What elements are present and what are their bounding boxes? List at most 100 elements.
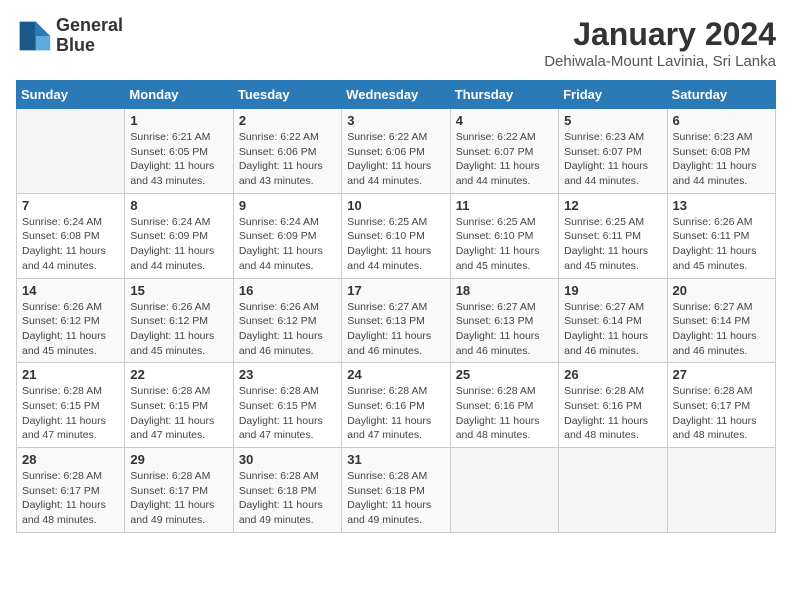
logo-text: General Blue: [56, 16, 123, 56]
day-number: 27: [673, 367, 770, 382]
calendar-cell: 19Sunrise: 6:27 AMSunset: 6:14 PMDayligh…: [559, 278, 667, 363]
day-info: Sunrise: 6:24 AMSunset: 6:08 PMDaylight:…: [22, 215, 119, 274]
calendar-cell: 13 Sunrise: 6:26 AMSunset: 6:11 PMDayligh…: [667, 193, 775, 278]
day-number: 22: [130, 367, 227, 382]
logo-icon: [16, 18, 52, 54]
page-header: General Blue January 2024 Dehiwala-Mount…: [16, 16, 776, 70]
weekday-header: Thursday: [450, 81, 558, 109]
calendar-cell: 26Sunrise: 6:28 AMSunset: 6:16 PMDayligh…: [559, 363, 667, 448]
day-info: Sunrise: 6:28 AMSunset: 6:17 PMDaylight:…: [673, 384, 770, 443]
calendar-cell: 3 Sunrise: 6:22 AMSunset: 6:06 PMDaylight…: [342, 109, 450, 194]
day-info: Sunrise: 6:26 AMSunset: 6:12 PMDaylight:…: [130, 300, 227, 359]
calendar-cell: 29 Sunrise: 6:28 AMSunset: 6:17 PMDayligh…: [125, 448, 233, 533]
calendar-cell: [17, 109, 125, 194]
day-number: 1: [130, 113, 227, 128]
day-info: Sunrise: 6:28 AMSunset: 6:16 PMDaylight:…: [347, 384, 444, 443]
day-info: Sunrise: 6:28 AMSunset: 6:15 PMDaylight:…: [239, 384, 336, 443]
weekday-header: Saturday: [667, 81, 775, 109]
day-info: Sunrise: 6:24 AMSunset: 6:09 PMDaylight:…: [130, 215, 227, 274]
day-info: Sunrise: 6:28 AMSunset: 6:17 PMDaylight:…: [130, 469, 227, 528]
day-info: Sunrise: 6:26 AMSunset: 6:11 PMDaylight:…: [673, 215, 770, 274]
day-number: 31: [347, 452, 444, 467]
calendar-cell: 24 Sunrise: 6:28 AMSunset: 6:16 PMDayligh…: [342, 363, 450, 448]
calendar-cell: 16 Sunrise: 6:26 AMSunset: 6:12 PMDayligh…: [233, 278, 341, 363]
day-number: 28: [22, 452, 119, 467]
day-number: 11: [456, 198, 553, 213]
day-info: Sunrise: 6:27 AMSunset: 6:14 PMDaylight:…: [673, 300, 770, 359]
day-number: 3: [347, 113, 444, 128]
calendar-week-row: 21 Sunrise: 6:28 AMSunset: 6:15 PMDayligh…: [17, 363, 776, 448]
weekday-header: Friday: [559, 81, 667, 109]
calendar-cell: 2Sunrise: 6:22 AMSunset: 6:06 PMDaylight…: [233, 109, 341, 194]
day-number: 20: [673, 283, 770, 298]
weekday-header: Tuesday: [233, 81, 341, 109]
day-info: Sunrise: 6:28 AMSunset: 6:16 PMDaylight:…: [564, 384, 661, 443]
calendar-week-row: 7 Sunrise: 6:24 AMSunset: 6:08 PMDaylight…: [17, 193, 776, 278]
day-number: 9: [239, 198, 336, 213]
day-number: 29: [130, 452, 227, 467]
calendar-cell: 25Sunrise: 6:28 AMSunset: 6:16 PMDayligh…: [450, 363, 558, 448]
weekday-header: Sunday: [17, 81, 125, 109]
calendar-cell: 1Sunrise: 6:21 AMSunset: 6:05 PMDaylight…: [125, 109, 233, 194]
calendar-cell: 18 Sunrise: 6:27 AMSunset: 6:13 PMDayligh…: [450, 278, 558, 363]
day-info: Sunrise: 6:28 AMSunset: 6:15 PMDaylight:…: [22, 384, 119, 443]
day-number: 18: [456, 283, 553, 298]
calendar-cell: 8 Sunrise: 6:24 AMSunset: 6:09 PMDaylight…: [125, 193, 233, 278]
day-info: Sunrise: 6:28 AMSunset: 6:17 PMDaylight:…: [22, 469, 119, 528]
day-number: 21: [22, 367, 119, 382]
day-number: 2: [239, 113, 336, 128]
calendar-cell: 11 Sunrise: 6:25 AMSunset: 6:10 PMDayligh…: [450, 193, 558, 278]
day-info: Sunrise: 6:25 AMSunset: 6:11 PMDaylight:…: [564, 215, 661, 274]
calendar-cell: [559, 448, 667, 533]
day-number: 12: [564, 198, 661, 213]
calendar-cell: 17 Sunrise: 6:27 AMSunset: 6:13 PMDayligh…: [342, 278, 450, 363]
calendar-week-row: 28 Sunrise: 6:28 AMSunset: 6:17 PMDayligh…: [17, 448, 776, 533]
calendar-cell: 6Sunrise: 6:23 AMSunset: 6:08 PMDaylight…: [667, 109, 775, 194]
calendar-cell: 21 Sunrise: 6:28 AMSunset: 6:15 PMDayligh…: [17, 363, 125, 448]
day-number: 14: [22, 283, 119, 298]
day-number: 7: [22, 198, 119, 213]
day-info: Sunrise: 6:22 AMSunset: 6:06 PMDaylight:…: [347, 130, 444, 189]
calendar-cell: 14 Sunrise: 6:26 AMSunset: 6:12 PMDayligh…: [17, 278, 125, 363]
day-info: Sunrise: 6:23 AMSunset: 6:07 PMDaylight:…: [564, 130, 661, 189]
calendar-cell: 27 Sunrise: 6:28 AMSunset: 6:17 PMDayligh…: [667, 363, 775, 448]
day-number: 16: [239, 283, 336, 298]
day-number: 10: [347, 198, 444, 213]
day-info: Sunrise: 6:28 AMSunset: 6:18 PMDaylight:…: [239, 469, 336, 528]
day-info: Sunrise: 6:27 AMSunset: 6:13 PMDaylight:…: [456, 300, 553, 359]
day-number: 24: [347, 367, 444, 382]
weekday-header: Monday: [125, 81, 233, 109]
calendar-cell: [450, 448, 558, 533]
day-info: Sunrise: 6:23 AMSunset: 6:08 PMDaylight:…: [673, 130, 770, 189]
day-info: Sunrise: 6:25 AMSunset: 6:10 PMDaylight:…: [347, 215, 444, 274]
day-number: 5: [564, 113, 661, 128]
day-info: Sunrise: 6:25 AMSunset: 6:10 PMDaylight:…: [456, 215, 553, 274]
weekday-header: Wednesday: [342, 81, 450, 109]
calendar-cell: 30Sunrise: 6:28 AMSunset: 6:18 PMDayligh…: [233, 448, 341, 533]
month-title: January 2024: [544, 16, 776, 53]
calendar-table: SundayMondayTuesdayWednesdayThursdayFrid…: [16, 80, 776, 533]
subtitle: Dehiwala-Mount Lavinia, Sri Lanka: [544, 53, 776, 70]
calendar-cell: 4Sunrise: 6:22 AMSunset: 6:07 PMDaylight…: [450, 109, 558, 194]
calendar-cell: 22 Sunrise: 6:28 AMSunset: 6:15 PMDayligh…: [125, 363, 233, 448]
day-number: 17: [347, 283, 444, 298]
day-info: Sunrise: 6:28 AMSunset: 6:15 PMDaylight:…: [130, 384, 227, 443]
day-number: 13: [673, 198, 770, 213]
day-info: Sunrise: 6:27 AMSunset: 6:13 PMDaylight:…: [347, 300, 444, 359]
day-info: Sunrise: 6:28 AMSunset: 6:18 PMDaylight:…: [347, 469, 444, 528]
title-block: January 2024 Dehiwala-Mount Lavinia, Sri…: [544, 16, 776, 70]
calendar-cell: 10 Sunrise: 6:25 AMSunset: 6:10 PMDayligh…: [342, 193, 450, 278]
day-info: Sunrise: 6:28 AMSunset: 6:16 PMDaylight:…: [456, 384, 553, 443]
day-number: 19: [564, 283, 661, 298]
calendar-cell: 15Sunrise: 6:26 AMSunset: 6:12 PMDayligh…: [125, 278, 233, 363]
day-number: 8: [130, 198, 227, 213]
day-number: 23: [239, 367, 336, 382]
calendar-cell: 23 Sunrise: 6:28 AMSunset: 6:15 PMDayligh…: [233, 363, 341, 448]
calendar-week-row: 1Sunrise: 6:21 AMSunset: 6:05 PMDaylight…: [17, 109, 776, 194]
day-info: Sunrise: 6:26 AMSunset: 6:12 PMDaylight:…: [22, 300, 119, 359]
calendar-cell: 31 Sunrise: 6:28 AMSunset: 6:18 PMDayligh…: [342, 448, 450, 533]
day-info: Sunrise: 6:26 AMSunset: 6:12 PMDaylight:…: [239, 300, 336, 359]
calendar-cell: 9Sunrise: 6:24 AMSunset: 6:09 PMDaylight…: [233, 193, 341, 278]
logo: General Blue: [16, 16, 123, 56]
calendar-cell: 12 Sunrise: 6:25 AMSunset: 6:11 PMDayligh…: [559, 193, 667, 278]
